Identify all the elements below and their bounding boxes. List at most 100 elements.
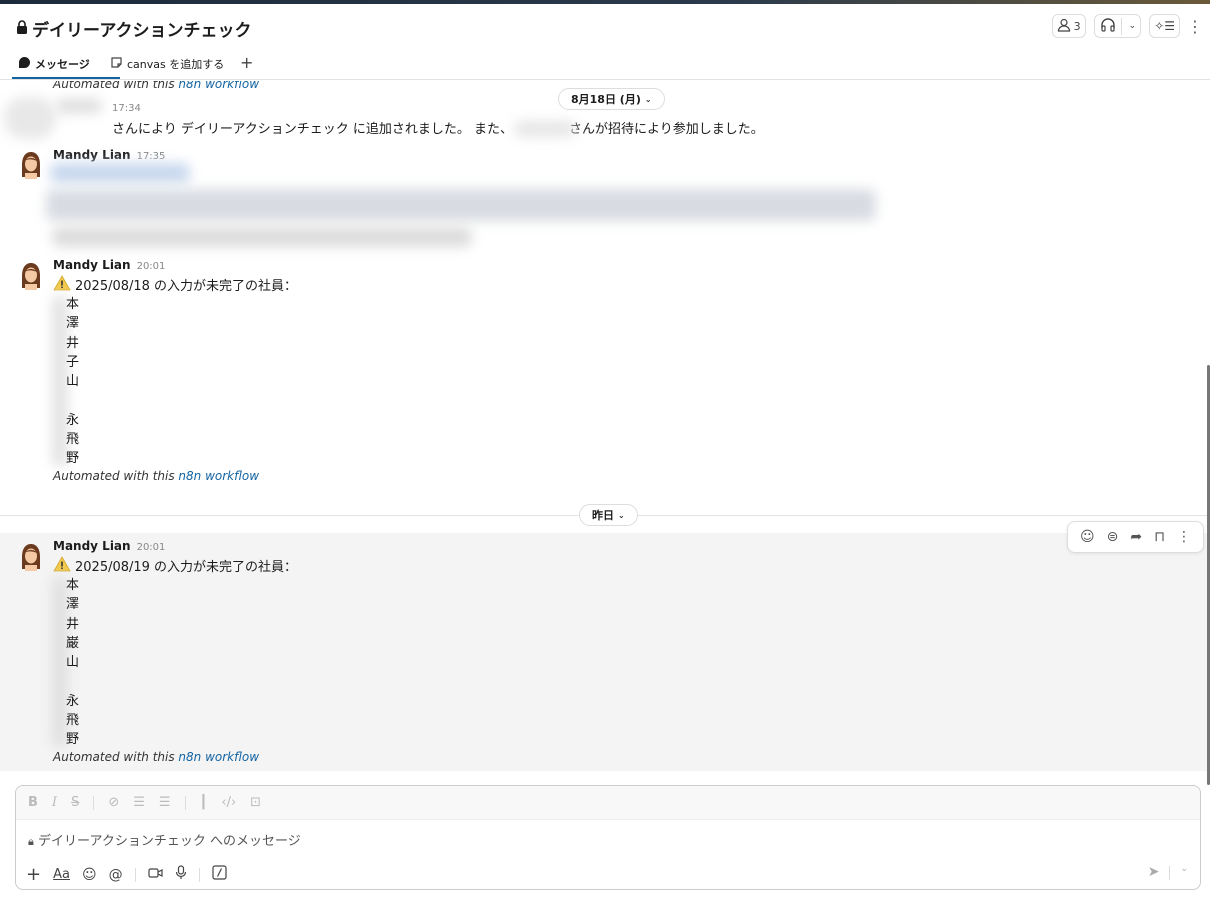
more-actions-icon[interactable]: ⋮ [1177,529,1191,545]
employee-name [66,672,79,691]
message-feed[interactable]: Automated with this n8n workflow 8月18日 (… [0,81,1210,775]
link-icon[interactable]: ⊘ [108,795,119,810]
send-icon[interactable]: ➤ [1148,864,1160,880]
code-block-icon[interactable]: ⊡ [250,795,261,810]
bookmark-icon[interactable]: ⊓ [1154,529,1165,545]
avatar[interactable] [20,151,42,179]
tab-canvas-label: canvas を追加する [127,58,225,71]
employee-name: 本 [66,297,80,312]
formatting-toggle-button[interactable]: Aa [53,867,70,882]
sys-msg-time: 17:34 [112,103,141,114]
warning-icon [53,556,71,578]
more-options-icon[interactable]: ⋮ [1187,14,1203,38]
automated-text: Automated with this [53,81,179,91]
headphones-icon [1095,17,1122,35]
toolbar-separator [1169,866,1171,880]
avatar[interactable] [20,543,42,571]
video-icon[interactable] [147,867,163,883]
message-sender[interactable]: Mandy Lian 17:35 [53,148,165,162]
blurred-content [50,163,190,183]
message-composer: B I S ⊘ ☰ ☰ ┃ ‹/› ⊡ 🔒︎ デイリーアクションチェック へのメ… [15,785,1201,890]
strikethrough-icon[interactable]: S [71,795,79,810]
sender-name[interactable]: Mandy Lian [53,148,131,162]
channel-name: デイリーアクションチェック [32,21,252,41]
message-headline: 2025/08/18 の入力が未完了の社員： [53,275,297,297]
sys-msg-text: さんにより デイリーアクションチェック に追加されました。 また、 さんが招待によ… [112,120,764,139]
channel-header: デイリーアクションチェック 3 ⌄ ✧☰ ⋮ [0,4,1210,48]
message-time[interactable]: 20:01 [137,542,166,553]
add-reaction-icon[interactable]: ☺ [1080,529,1095,545]
plus-icon[interactable]: + [26,864,41,885]
composer-tools: + Aa ☺ @ [26,864,227,885]
chevron-down-icon: ⌄ [618,510,625,520]
chevron-down-icon[interactable]: ⌄ [1180,864,1188,880]
employee-list: 本 澤 井 巌 山 永 飛 野 [66,576,79,750]
date-label: 8月18日 (月) [571,93,641,106]
message-sender[interactable]: Mandy Lian 20:01 [53,539,165,553]
tab-messages-label: メッセージ [35,58,90,71]
message-time[interactable]: 17:35 [137,151,166,162]
bold-icon[interactable]: B [28,795,38,810]
huddle-button[interactable]: ⌄ [1093,14,1142,38]
message-sender[interactable]: Mandy Lian 20:01 [53,258,165,272]
n8n-workflow-link[interactable]: n8n workflow [178,81,259,91]
date-divider-pill[interactable]: 昨日 ⌄ [579,504,638,526]
n8n-workflow-link[interactable]: n8n workflow [178,750,259,764]
employee-name: 本 [66,578,80,593]
sys-msg-text-a: さんにより デイリーアクションチェック に追加されました。 また、 [112,122,513,137]
blurred-username [514,121,576,137]
toolbar-separator [134,867,136,882]
toolbar-separator [184,795,186,810]
channel-ai-button[interactable]: ✧☰ [1149,14,1180,38]
channel-title-button[interactable]: デイリーアクションチェック [16,16,251,41]
employee-name: 永 [66,693,80,709]
employee-list: 本 澤 井 子 山 永 飛 野 [66,295,79,469]
send-controls: ➤ ⌄ [1148,864,1188,880]
toolbar-separator [198,867,200,882]
member-count: 3 [1073,19,1081,33]
channel-tabs: メッセージ canvas を追加する + [0,50,1210,80]
italic-icon[interactable]: I [52,795,57,810]
chevron-down-icon[interactable]: ⌄ [1125,21,1141,31]
employee-name: 澤 [66,316,80,332]
automated-footer: Automated with this n8n workflow [53,469,259,483]
microphone-icon[interactable] [175,865,187,884]
message-bubble-icon [18,56,31,72]
bulleted-list-icon[interactable]: ☰ [159,795,171,810]
slash-command-icon[interactable] [211,865,227,884]
members-button[interactable]: 3 [1051,14,1086,38]
blurred-avatar [4,97,56,139]
message-headline: 2025/08/19 の入力が未完了の社員： [53,556,297,578]
sender-name[interactable]: Mandy Lian [53,258,131,272]
automated-footer-top: Automated with this n8n workflow [53,81,259,91]
tab-add-canvas[interactable]: canvas を追加する [110,56,224,72]
headline-text: 2025/08/19 の入力が未完了の社員： [75,559,298,575]
person-icon [1057,18,1071,35]
ordered-list-icon[interactable]: ☰ [133,795,145,810]
avatar[interactable] [20,262,42,290]
employee-name: 永 [66,412,80,428]
employee-name: 飛 [66,432,80,448]
lock-icon: 🔒︎ [28,835,34,848]
date-divider-pill[interactable]: 8月18日 (月) ⌄ [558,88,665,110]
employee-name: 飛 [66,713,80,729]
headline-text: 2025/08/18 の入力が未完了の社員： [75,278,298,294]
employee-name: 山 [66,374,80,390]
n8n-workflow-link[interactable]: n8n workflow [178,469,259,483]
tab-messages[interactable]: メッセージ [18,56,90,72]
sys-msg-text-b: さんが招待により参加しました。 [568,122,764,137]
message-time[interactable]: 20:01 [137,261,166,272]
code-icon[interactable]: ‹/› [221,795,236,810]
blurred-name [56,99,102,113]
blockquote-icon[interactable]: ┃ [200,795,208,810]
sender-name[interactable]: Mandy Lian [53,539,131,553]
emoji-icon[interactable]: ☺ [82,867,97,883]
message-input[interactable]: 🔒︎ デイリーアクションチェック へのメッセージ [28,830,301,849]
blurred-content [46,189,876,221]
reply-thread-icon[interactable]: ⊜ [1107,529,1119,545]
employee-name: 澤 [66,597,80,613]
employee-name: 井 [66,335,80,351]
mention-icon[interactable]: @ [109,867,123,883]
add-tab-plus-icon[interactable]: + [240,53,253,72]
forward-icon[interactable]: ➦ [1130,529,1142,545]
